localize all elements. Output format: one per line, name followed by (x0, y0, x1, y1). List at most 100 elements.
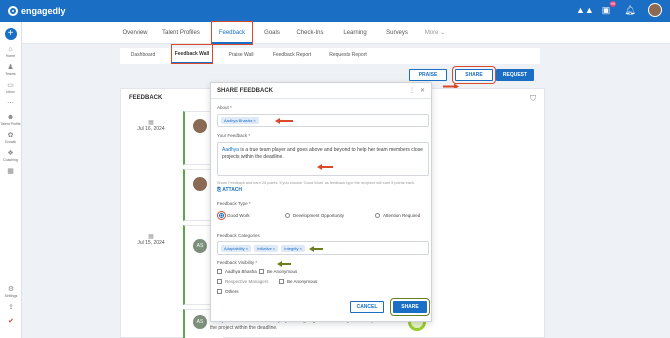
request-button[interactable]: REQUEST (496, 69, 534, 81)
sidebar-item-coaching[interactable]: ❖ Coaching (0, 150, 21, 162)
date-label: ▦ Jul 16, 2024 (131, 119, 171, 132)
upload-icon: ⇪ (8, 304, 14, 311)
annotation-arrow (277, 261, 291, 266)
sidebar-item-settings[interactable]: ⚙ Settings (0, 286, 22, 298)
sidebar-item-label: Growth (4, 140, 17, 144)
talent-icon: ☻ (6, 114, 15, 121)
subtab-praise-wall[interactable]: Praise Wall (226, 48, 256, 63)
radio-dot (217, 211, 226, 220)
avatar: AS (193, 315, 207, 329)
sidebar-item-growth[interactable]: ✿ Growth (0, 132, 21, 144)
tab-check-ins[interactable]: Check-Ins (294, 22, 326, 44)
filter-icon[interactable]: ⛉ (530, 94, 536, 104)
about-field[interactable]: Aadhya Bhasha × (217, 114, 429, 127)
avatar (193, 119, 207, 133)
subtab-feedback-wall[interactable]: Feedback Wall (171, 44, 213, 64)
coaching-icon: ❖ (7, 150, 14, 157)
sidebar-item-home[interactable]: ⌂ Home (0, 46, 21, 58)
calendar-icon: ▦ (148, 234, 154, 240)
attach-button[interactable]: ⎘ ATTACH (217, 187, 242, 193)
close-icon[interactable]: ✕ (420, 88, 425, 94)
checkbox-label: Be Anonymous (267, 269, 298, 274)
radio-good-work[interactable]: Good Work (217, 211, 250, 220)
more-icon: ⋯ (7, 100, 14, 107)
checkbox-box (217, 279, 222, 284)
praise-button[interactable]: PRAISE (409, 69, 447, 81)
tab-learning[interactable]: Learning (340, 22, 370, 44)
feedback-type-label: Feedback Type * (217, 201, 251, 206)
logo-icon (8, 6, 18, 16)
sidebar-more[interactable]: ⋯ (0, 100, 21, 108)
checkbox-managers[interactable]: Respective Managers (217, 279, 269, 284)
about-chip[interactable]: Aadhya Bhasha × (221, 117, 259, 124)
tab-feedback[interactable]: Feedback (211, 21, 253, 45)
company-logo-icon[interactable]: ▲▲ (576, 4, 594, 16)
sub-nav: Dashboard Feedback Wall Praise Wall Feed… (120, 44, 540, 64)
rewards-icon[interactable]: ▣ 99 (600, 1, 616, 16)
checkbox-label: Be Anonymous (287, 279, 318, 284)
feedback-visibility-label: Feedback Visibility * (217, 260, 258, 265)
sidebar: + ⌂ Home ♟ Teams ▭ Inbox ⋯ ☻ Talent Prof… (0, 22, 22, 338)
date-label: ▦ Jul 15, 2024 (131, 233, 171, 246)
categories-field[interactable]: Adaptability × Initiative × Integrity × (217, 241, 429, 255)
annotation-arrow (309, 246, 323, 251)
subtab-feedback-report[interactable]: Feedback Report (270, 48, 314, 63)
tab-more[interactable]: More ⌄ (422, 22, 448, 44)
gear-icon: ⚙ (7, 286, 15, 293)
tab-overview[interactable]: Overview (120, 22, 150, 44)
bell-icon[interactable]: 🔔︎ (624, 4, 636, 16)
sidebar-item-apps[interactable]: ▦ (0, 168, 21, 176)
subtab-requests-report[interactable]: Requests Report (326, 48, 370, 63)
attach-label: ATTACH (222, 187, 243, 193)
inbox-icon: ▭ (7, 82, 14, 89)
sidebar-item-label: Settings (4, 294, 18, 298)
checkbox-anonymous-managers[interactable]: Be Anonymous (279, 279, 317, 284)
radio-development-opportunity[interactable]: Development Opportunity (285, 213, 344, 218)
date-text: Jul 15, 2024 (137, 240, 165, 246)
sidebar-item-label: Teams (5, 72, 16, 76)
checkbox-label: Others (225, 289, 239, 294)
date-text: Jul 16, 2024 (137, 126, 165, 132)
modal-title: SHARE FEEDBACK (217, 88, 274, 94)
share-submit-button[interactable]: SHARE (390, 298, 430, 316)
about-label: About * (217, 105, 232, 110)
app-logo[interactable]: engagedly (8, 6, 66, 16)
add-icon[interactable]: + (4, 28, 17, 40)
sidebar-item-teams[interactable]: ♟ Teams (0, 64, 21, 76)
brand-icon: ✔ (8, 318, 14, 325)
sidebar-item-label: Coaching (3, 158, 18, 162)
checkbox-anonymous-recipient[interactable]: Be Anonymous (259, 269, 297, 274)
checkbox-others[interactable]: Others (217, 289, 239, 294)
growth-icon: ✿ (7, 132, 14, 139)
share-button[interactable]: SHARE (452, 66, 496, 84)
radio-attention-required[interactable]: Attention Required (375, 213, 420, 218)
feedback-mention: Aadhya (222, 147, 239, 153)
user-avatar[interactable] (648, 3, 662, 17)
category-chip[interactable]: Initiative × (254, 245, 279, 252)
feedback-text: is a true team player and goes above and… (222, 147, 423, 160)
feedback-textarea[interactable]: Aadhya is a true team player and goes ab… (217, 142, 429, 176)
sidebar-item-brand[interactable]: ✔ (0, 318, 22, 326)
kebab-menu-icon[interactable]: ⋮ (409, 88, 415, 94)
panel-title: FEEDBACK (129, 95, 163, 101)
tab-talent-profiles[interactable]: Talent Profiles (160, 22, 202, 44)
sidebar-item-label: Talent Profile (0, 122, 21, 126)
sidebar-item-talent-profile[interactable]: ☻ Talent Profile (0, 114, 21, 126)
checkbox-label: Aadhya Bhasha (225, 269, 257, 274)
your-feedback-label: Your Feedback * (217, 133, 251, 138)
category-chip[interactable]: Adaptability × (221, 245, 252, 252)
cancel-button[interactable]: CANCEL (350, 301, 384, 313)
feedback-hint: Share Feedback and earn 25 points. If yo… (217, 181, 415, 185)
checkbox-box (217, 289, 222, 294)
sidebar-item-upload[interactable]: ⇪ (0, 304, 22, 312)
category-chip[interactable]: Integrity × (281, 245, 305, 252)
tab-surveys[interactable]: Surveys (382, 22, 412, 44)
sidebar-item-inbox[interactable]: ▭ Inbox (0, 82, 21, 94)
checkbox-recipient[interactable]: Aadhya Bhasha (217, 269, 257, 274)
tab-goals[interactable]: Goals (260, 22, 284, 44)
avatar: AS (193, 239, 207, 253)
notification-badge: 99 (609, 1, 616, 7)
subtab-dashboard[interactable]: Dashboard (128, 48, 158, 63)
radio-label: Good Work (227, 213, 250, 218)
annotation-arrow (275, 118, 293, 123)
